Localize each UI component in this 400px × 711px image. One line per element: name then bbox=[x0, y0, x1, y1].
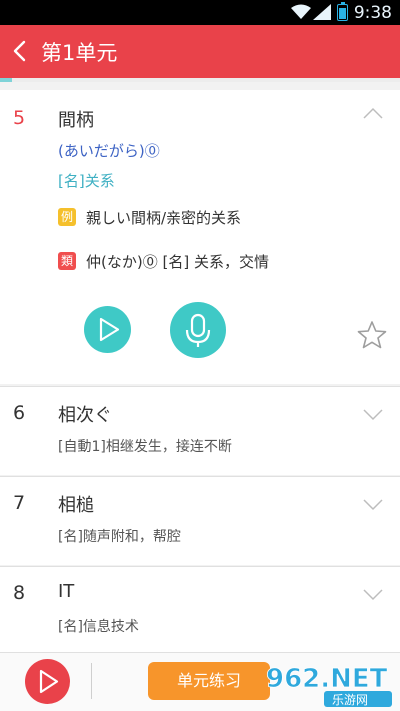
watermark-sub: 乐游网 bbox=[332, 693, 368, 707]
divider bbox=[91, 663, 92, 699]
play-icon bbox=[39, 669, 59, 694]
wifi-icon bbox=[291, 4, 311, 19]
chevron-up-icon[interactable] bbox=[363, 107, 383, 119]
example-text: 親しい間柄/亲密的关系 bbox=[86, 209, 242, 227]
similar-tag: 類 bbox=[58, 252, 76, 270]
watermark-brand: 962.NET bbox=[266, 664, 388, 694]
play-audio-button[interactable] bbox=[84, 306, 131, 353]
unit-progress-bar bbox=[0, 78, 400, 82]
signal-icon bbox=[313, 4, 331, 20]
unit-progress-fill bbox=[0, 78, 12, 82]
play-icon bbox=[99, 317, 120, 342]
entry-word: 相槌 bbox=[58, 495, 94, 516]
entry-word: IT bbox=[58, 581, 75, 602]
app-bar: 第1单元 bbox=[0, 25, 400, 78]
word-card[interactable]: 7 相槌 [名]随声附和，帮腔 bbox=[0, 477, 400, 565]
entry-reading: (あいだがら)⓪ bbox=[58, 142, 160, 160]
play-all-button[interactable] bbox=[25, 659, 70, 704]
microphone-icon bbox=[185, 313, 211, 347]
word-card[interactable]: 6 相次ぐ [自動1]相继发生，接连不断 bbox=[0, 387, 400, 475]
word-card-expanded[interactable]: 5 間柄 (あいだがら)⓪ [名]关系 例 親しい間柄/亲密的关系 類 仲(なか… bbox=[0, 90, 400, 384]
entry-number: 5 bbox=[13, 107, 26, 129]
status-time: 9:38 bbox=[353, 3, 392, 23]
word-card[interactable]: 8 IT [名]信息技术 bbox=[0, 567, 400, 655]
similar-text: 仲(なか)⓪ [名] 关系，交情 bbox=[86, 253, 269, 271]
chevron-down-icon[interactable] bbox=[363, 499, 383, 511]
back-arrow-icon[interactable] bbox=[10, 39, 30, 63]
entry-number: 6 bbox=[13, 402, 26, 424]
example-tag: 例 bbox=[58, 208, 76, 226]
entry-meaning: [自動1]相继发生，接连不断 bbox=[58, 439, 232, 455]
entry-part-of-speech: [名]关系 bbox=[58, 172, 115, 190]
battery-icon bbox=[337, 2, 348, 21]
status-bar: 9:38 bbox=[0, 0, 400, 25]
record-button[interactable] bbox=[170, 302, 226, 358]
entry-number: 8 bbox=[13, 582, 26, 604]
entry-meaning: [名]信息技术 bbox=[58, 619, 139, 635]
page-title: 第1单元 bbox=[41, 41, 118, 65]
chevron-down-icon[interactable] bbox=[363, 589, 383, 601]
site-watermark-logo: 962.NET 乐游网 bbox=[266, 664, 392, 707]
entry-number: 7 bbox=[13, 492, 26, 514]
entry-word: 相次ぐ bbox=[58, 405, 112, 426]
entry-word: 間柄 bbox=[58, 110, 94, 131]
chevron-down-icon[interactable] bbox=[363, 409, 383, 421]
favorite-star-icon[interactable] bbox=[357, 320, 387, 350]
unit-practice-button[interactable]: 单元练习 bbox=[148, 662, 270, 700]
entry-meaning: [名]随声附和，帮腔 bbox=[58, 529, 181, 545]
